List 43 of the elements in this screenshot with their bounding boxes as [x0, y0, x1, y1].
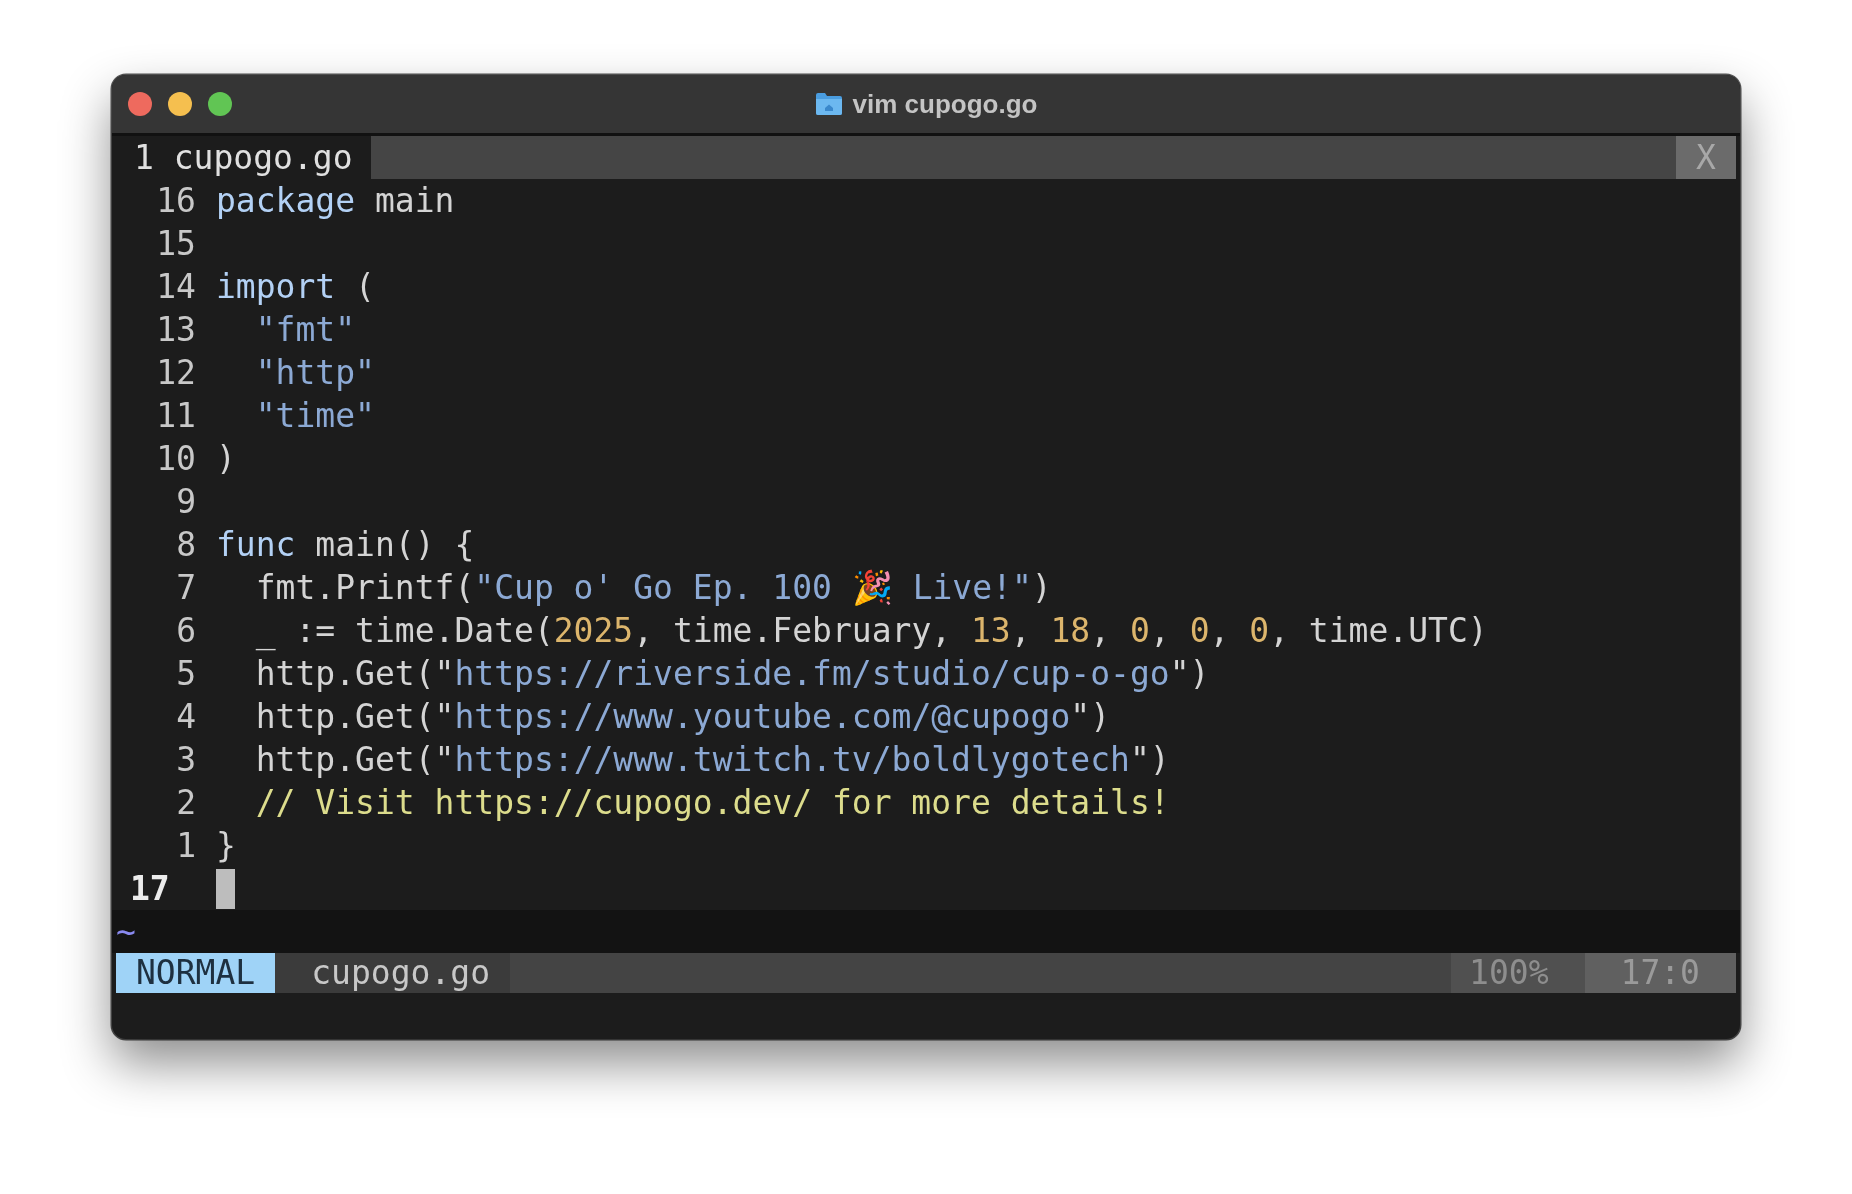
- line-number: 2: [175, 783, 197, 822]
- line-number: 17: [129, 869, 171, 908]
- code-line: import (: [216, 267, 375, 306]
- line-number: 5: [175, 654, 197, 693]
- line-number: 13: [155, 310, 197, 349]
- line-number: 15: [155, 224, 197, 263]
- buffer-tab[interactable]: 1 cupogo.go: [116, 136, 371, 179]
- mode-indicator: NORMAL: [116, 953, 276, 993]
- code-line: // Visit https://cupogo.dev/ for more details!: [255, 783, 1170, 822]
- minimize-button[interactable]: [168, 92, 192, 116]
- code-line: func main() {: [216, 525, 475, 564]
- code-line: ): [216, 439, 236, 478]
- line-number: 16: [155, 181, 197, 220]
- code-line: package main: [216, 181, 455, 220]
- line-number: 6: [175, 611, 197, 650]
- empty-line-marker: ~: [116, 912, 136, 951]
- file-name: cupogo.go: [275, 953, 511, 993]
- line-number: 11: [155, 396, 197, 435]
- line-number: 4: [175, 697, 197, 736]
- line-number: 8: [175, 525, 197, 564]
- line-number: 7: [175, 568, 197, 607]
- code-line: fmt.Printf("Cup o' Go Ep. 100 🎉 Live!"): [255, 568, 1052, 607]
- zoom-button[interactable]: [208, 92, 232, 116]
- home-folder-icon: [814, 92, 843, 116]
- line-number: 10: [155, 439, 197, 478]
- text-cursor: [216, 868, 235, 909]
- cursor-position: 17:0: [1584, 953, 1736, 993]
- code-line: "http": [255, 353, 375, 392]
- line-number: 12: [155, 353, 197, 392]
- line-number: 1: [175, 826, 197, 865]
- code-line: _ := time.Date(2025, time.February, 13, 18, 0, 0, 0, time.UTC): [255, 611, 1488, 650]
- line-number: 14: [155, 267, 197, 306]
- code-line: http.Get("https://riverside.fm/studio/cup-o-go"): [255, 654, 1210, 693]
- scroll-percent: 100%: [1451, 953, 1585, 993]
- code-line: "fmt": [255, 310, 356, 349]
- line-number: 3: [175, 740, 197, 779]
- window-title: vim cupogo.go: [852, 88, 1038, 120]
- code-line: "time": [255, 396, 375, 435]
- code-line: http.Get("https://www.youtube.com/@cupogo"): [255, 697, 1111, 736]
- close-button[interactable]: [128, 92, 152, 116]
- code-line: http.Get("https://www.twitch.tv/boldlygotech"): [255, 740, 1170, 779]
- code-line: }: [216, 826, 236, 865]
- line-number: 9: [175, 482, 197, 521]
